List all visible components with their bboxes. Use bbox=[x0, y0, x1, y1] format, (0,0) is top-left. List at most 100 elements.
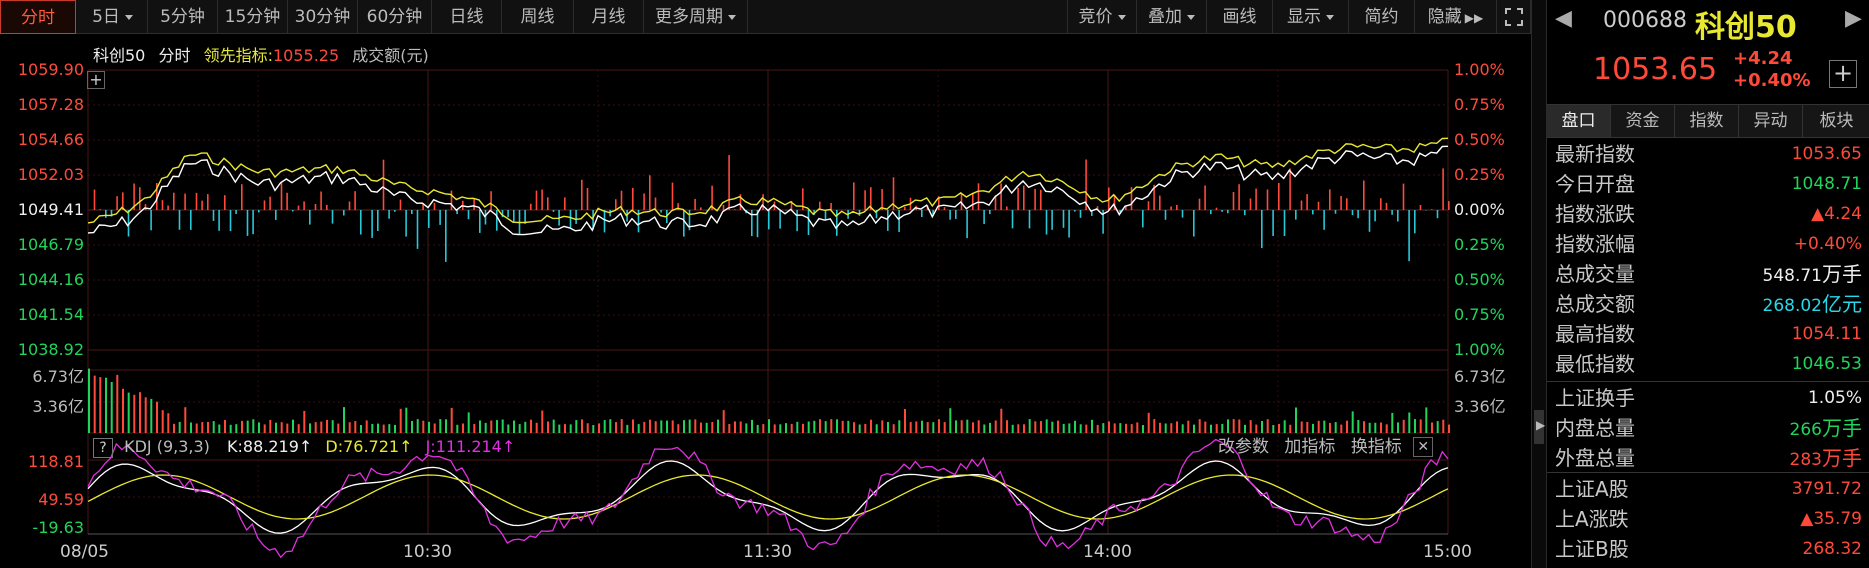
volume-bar bbox=[541, 410, 544, 433]
volume-bar bbox=[552, 419, 555, 433]
panel-splitter[interactable]: ▶ bbox=[1531, 0, 1546, 568]
volume-bar bbox=[1159, 422, 1161, 433]
amount-bar bbox=[853, 182, 855, 210]
volume-bar bbox=[1414, 419, 1416, 433]
amount-bar bbox=[326, 204, 328, 210]
volume-bar bbox=[864, 423, 867, 433]
stat-value: 1048.71 bbox=[1792, 169, 1862, 199]
volume-bar bbox=[161, 410, 164, 433]
amount-bar bbox=[1368, 210, 1371, 232]
kdj-j-value: J:111.214↑ bbox=[425, 437, 516, 456]
volume-bar bbox=[218, 424, 221, 433]
volume-bar bbox=[955, 420, 957, 433]
edit-params-button[interactable]: 改参数 bbox=[1218, 437, 1269, 457]
stat-row: 上证A股 3791.72 bbox=[1547, 474, 1869, 504]
amount-bar bbox=[479, 210, 481, 233]
amount-bar bbox=[547, 197, 549, 210]
volume-bar bbox=[394, 424, 396, 433]
volume-bar bbox=[1079, 424, 1082, 433]
next-symbol-button[interactable]: ▶ bbox=[1845, 6, 1862, 31]
volume-bar bbox=[972, 422, 974, 433]
amount-bar bbox=[1068, 210, 1070, 238]
amount-bar bbox=[343, 210, 345, 216]
amount-bar bbox=[1278, 182, 1280, 210]
stat-number: 1046.53 bbox=[1791, 354, 1862, 374]
volume-bar bbox=[405, 407, 408, 433]
volume-bars bbox=[88, 368, 1450, 433]
volume-bar bbox=[1363, 421, 1365, 433]
volume-bar bbox=[643, 421, 646, 433]
add-overlay-button[interactable]: + bbox=[87, 71, 105, 89]
volume-bar bbox=[1017, 424, 1020, 433]
tab-pankou[interactable]: 盘口 bbox=[1547, 105, 1611, 137]
volume-bar bbox=[1085, 424, 1088, 433]
amount-bar bbox=[989, 210, 991, 215]
amount-bar bbox=[405, 210, 407, 237]
volume-bar bbox=[1028, 419, 1031, 433]
amount-bar bbox=[728, 155, 730, 210]
amount-bar bbox=[1436, 210, 1439, 219]
stat-value: 1053.65 bbox=[1792, 139, 1862, 169]
prev-symbol-button[interactable]: ◀ bbox=[1555, 6, 1572, 31]
amount-bar bbox=[904, 206, 906, 210]
volume-bar bbox=[1057, 420, 1059, 433]
change-indicator-button[interactable]: 换指标 bbox=[1351, 437, 1402, 457]
tab-funds[interactable]: 资金 bbox=[1611, 105, 1675, 137]
volume-bar bbox=[1351, 411, 1354, 433]
volume-bar bbox=[1244, 424, 1246, 433]
time-tick: 11:30 bbox=[743, 542, 792, 562]
amount-bar bbox=[1142, 210, 1144, 228]
stat-label: 上证换手 bbox=[1555, 386, 1635, 410]
volume-bar bbox=[190, 422, 192, 433]
volume-bar bbox=[1232, 419, 1235, 433]
amount-bar bbox=[167, 205, 169, 210]
amount-bar bbox=[235, 210, 237, 214]
tab-sectors[interactable]: 板块 bbox=[1803, 105, 1869, 137]
stat-number: +0.40% bbox=[1793, 234, 1862, 254]
amount-bar bbox=[1312, 210, 1314, 215]
amount-bar bbox=[779, 210, 781, 229]
amount-bar bbox=[586, 188, 589, 210]
amount-bar bbox=[824, 210, 827, 220]
amount-bar bbox=[286, 192, 288, 210]
amount-bar bbox=[1000, 183, 1002, 210]
volume-bar bbox=[433, 423, 436, 433]
volume-bar bbox=[388, 424, 391, 433]
tab-index[interactable]: 指数 bbox=[1675, 105, 1739, 137]
volume-bar bbox=[626, 424, 629, 433]
amount-bar bbox=[1045, 210, 1048, 235]
quote-panel: ◀ 000688 科创50 ▶ 1053.65 +4.24 +0.40% + 盘… bbox=[1546, 0, 1869, 568]
stat-number: 548.71 bbox=[1762, 266, 1822, 286]
amount-bar bbox=[1255, 188, 1257, 210]
amount-bar bbox=[1442, 168, 1444, 210]
intraday-chart[interactable] bbox=[0, 0, 1545, 568]
amount-bar bbox=[1227, 210, 1229, 214]
amount-bar bbox=[252, 210, 254, 235]
amount-bar bbox=[303, 201, 305, 210]
close-indicator-button[interactable]: ✕ bbox=[1413, 437, 1434, 457]
add-watchlist-button[interactable]: + bbox=[1829, 60, 1857, 88]
volume-bar bbox=[1091, 419, 1093, 433]
tab-alerts[interactable]: 异动 bbox=[1739, 105, 1803, 137]
volume-bar bbox=[178, 421, 181, 433]
splitter-handle[interactable]: ▶ bbox=[1534, 410, 1545, 444]
volume-bar bbox=[892, 424, 895, 433]
volume-bar bbox=[762, 424, 765, 433]
volume-bar bbox=[450, 407, 453, 433]
stat-label: 外盘总量 bbox=[1555, 446, 1635, 470]
volume-bar bbox=[1198, 419, 1201, 433]
volume-bar bbox=[1306, 422, 1309, 433]
volume-bar bbox=[1210, 424, 1212, 433]
kdj-help-button[interactable]: ? bbox=[93, 437, 113, 458]
volume-bar bbox=[1329, 422, 1331, 433]
volume-bar bbox=[1261, 421, 1263, 433]
add-indicator-button[interactable]: 加指标 bbox=[1284, 437, 1335, 457]
quote-name: 科创50 bbox=[1695, 10, 1797, 45]
volume-bar bbox=[1102, 423, 1105, 433]
volume-bar bbox=[1170, 423, 1173, 433]
amount-bar bbox=[972, 193, 974, 210]
stat-label: 总成交额 bbox=[1555, 292, 1635, 316]
volume-bar bbox=[127, 392, 130, 433]
stat-value: ▲35.79 bbox=[1800, 504, 1862, 534]
amount-bar bbox=[1249, 198, 1252, 210]
